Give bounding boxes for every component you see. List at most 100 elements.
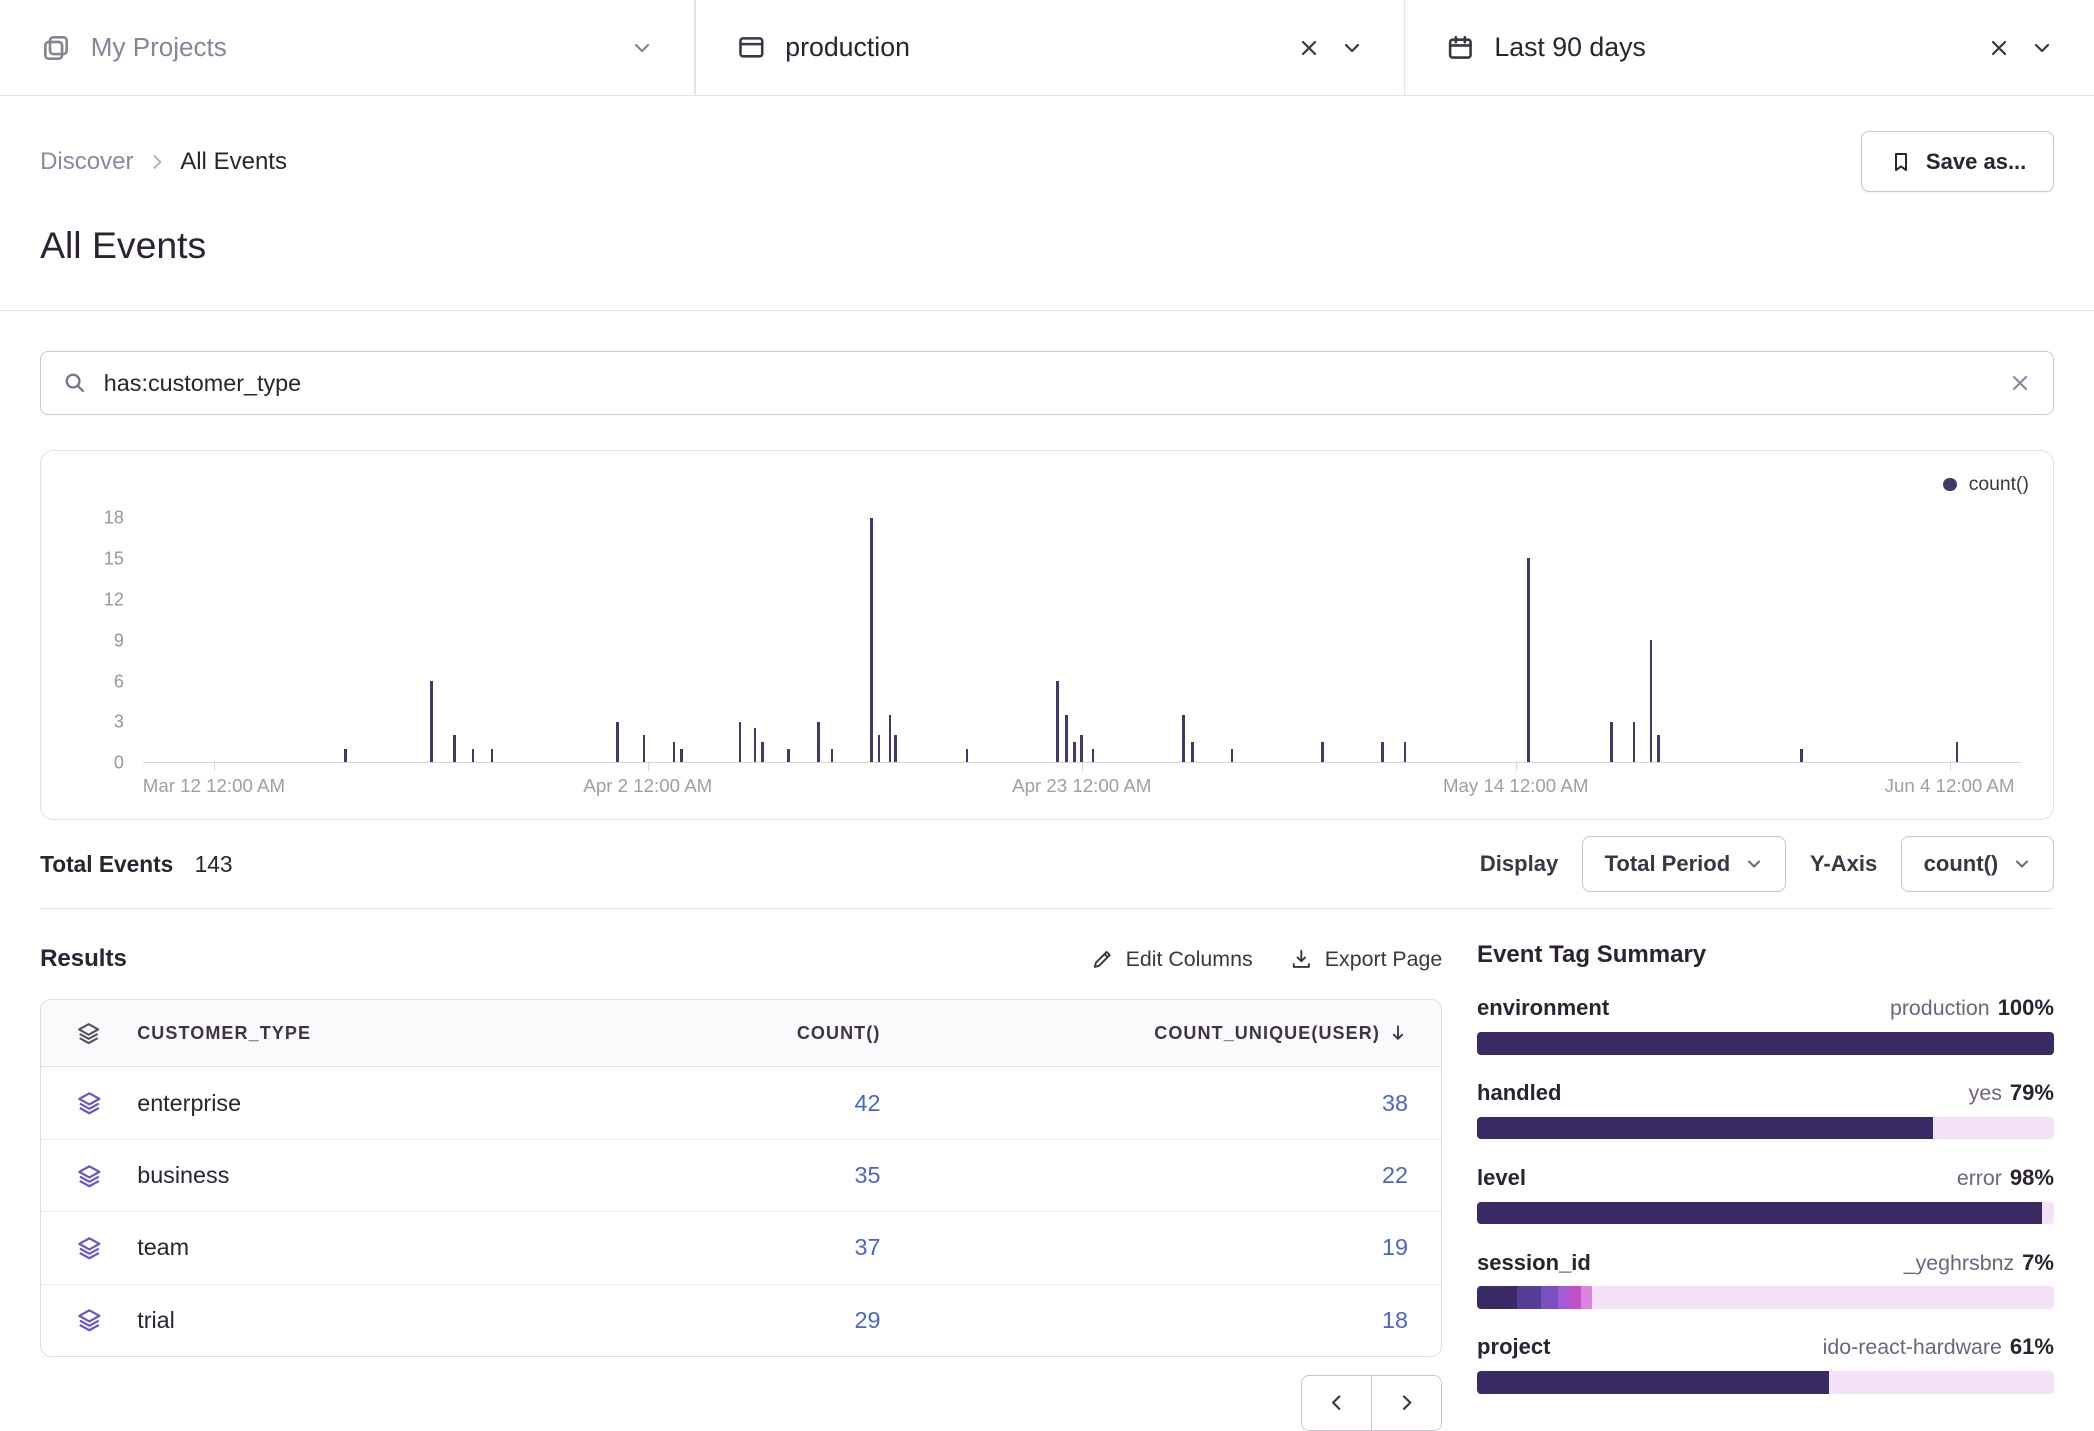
- customer-type-cell: enterprise: [137, 1090, 640, 1117]
- chart-bar: [680, 749, 683, 763]
- events-chart-panel: count() 0369121518 Mar 12 12:00 AMApr 2 …: [40, 450, 2054, 821]
- environment-filter[interactable]: production: [696, 0, 1404, 95]
- chevron-right-icon: [147, 152, 167, 172]
- chart-bar: [1657, 735, 1660, 762]
- tag-group-project: project ido-react-hardware61%: [1477, 1334, 2054, 1393]
- chart-bar: [966, 749, 969, 763]
- search-input[interactable]: [104, 370, 1992, 397]
- table-row: business 35 22: [41, 1139, 1441, 1211]
- tag-top-value: yes79%: [1969, 1080, 2054, 1106]
- display-select[interactable]: Total Period: [1582, 836, 1786, 892]
- tag-bar-segment[interactable]: [1829, 1371, 2054, 1394]
- calendar-icon: [1445, 32, 1476, 63]
- chart-bar: [673, 742, 676, 762]
- tag-top-value: ido-react-hardware61%: [1823, 1334, 2054, 1360]
- tag-group-environment: environment production100%: [1477, 995, 2054, 1054]
- x-axis-tick-label: Jun 4 12:00 AM: [1885, 775, 2015, 797]
- tag-bar-segment[interactable]: [1581, 1286, 1593, 1309]
- edit-columns-button[interactable]: Edit Columns: [1091, 947, 1253, 972]
- customer-type-cell: trial: [137, 1307, 640, 1334]
- x-axis-tick: [1516, 763, 1517, 771]
- tag-top-value: error98%: [1957, 1165, 2054, 1191]
- x-axis-tick-label: Mar 12 12:00 AM: [143, 775, 285, 797]
- tag-bar-segment[interactable]: [1558, 1286, 1570, 1309]
- tag-bar[interactable]: [1477, 1202, 2054, 1225]
- y-axis-tick-label: 6: [114, 671, 124, 692]
- display-label: Display: [1480, 851, 1558, 877]
- count-cell[interactable]: 35: [640, 1162, 880, 1189]
- tag-group-handled: handled yes79%: [1477, 1080, 2054, 1139]
- tag-bar-segment[interactable]: [1517, 1286, 1540, 1309]
- results-table: CUSTOMER_TYPE COUNT() COUNT_UNIQUE(USER)…: [40, 999, 1442, 1356]
- chart-bar: [761, 742, 764, 762]
- date-range-value: Last 90 days: [1494, 32, 1645, 63]
- layers-icon: [41, 1163, 137, 1190]
- tag-bar-segment[interactable]: [1477, 1032, 2054, 1055]
- project-selector[interactable]: My Projects: [0, 0, 694, 95]
- chart-legend: count(): [65, 467, 2029, 502]
- chart-bar: [1404, 742, 1407, 762]
- chart-bar: [430, 681, 433, 763]
- chart-bar: [1073, 742, 1076, 762]
- chart-bar: [739, 722, 742, 763]
- count-cell[interactable]: 37: [640, 1234, 880, 1261]
- chart-bar: [344, 749, 347, 763]
- environment-filter-value: production: [785, 32, 910, 63]
- chart-bar: [831, 749, 834, 763]
- total-events-value: 143: [195, 851, 233, 878]
- column-header-customer-type[interactable]: CUSTOMER_TYPE: [137, 1023, 640, 1044]
- save-as-button[interactable]: Save as...: [1861, 131, 2054, 192]
- tag-bar-segment[interactable]: [1477, 1286, 1517, 1309]
- date-range-filter[interactable]: Last 90 days: [1405, 0, 2094, 95]
- column-header-count[interactable]: COUNT(): [640, 1023, 880, 1044]
- table-row: trial 29 18: [41, 1284, 1441, 1356]
- results-section: Results Edit Columns Export Page: [40, 941, 1442, 1431]
- tag-bar-segment[interactable]: [2042, 1202, 2054, 1225]
- legend-label: count(): [1969, 473, 2029, 496]
- projects-icon: [40, 32, 72, 64]
- clear-date-icon[interactable]: [1987, 36, 2011, 60]
- tag-bar[interactable]: [1477, 1032, 2054, 1055]
- count-unique-cell[interactable]: 38: [880, 1090, 1408, 1117]
- tag-key: level: [1477, 1165, 1526, 1191]
- search-bar: [40, 351, 2054, 415]
- tag-bar-segment[interactable]: [1569, 1286, 1581, 1309]
- tag-bar-segment[interactable]: [1477, 1117, 1933, 1140]
- download-icon: [1290, 948, 1313, 971]
- next-page-button[interactable]: [1372, 1376, 1441, 1429]
- window-icon: [736, 32, 767, 63]
- count-unique-cell[interactable]: 22: [880, 1162, 1408, 1189]
- count-cell[interactable]: 29: [640, 1307, 880, 1334]
- chart-bar: [1092, 749, 1095, 763]
- chart-bar: [1056, 681, 1059, 763]
- count-cell[interactable]: 42: [640, 1090, 880, 1117]
- chevron-down-icon: [1340, 36, 1364, 60]
- column-header-count-unique[interactable]: COUNT_UNIQUE(USER): [880, 1023, 1408, 1044]
- yaxis-label: Y-Axis: [1810, 851, 1877, 877]
- clear-environment-icon[interactable]: [1297, 36, 1321, 60]
- tag-bar-segment[interactable]: [1477, 1371, 1829, 1394]
- breadcrumb-discover[interactable]: Discover: [40, 148, 133, 176]
- count-unique-cell[interactable]: 19: [880, 1234, 1408, 1261]
- tag-bar-segment[interactable]: [1477, 1202, 2042, 1225]
- tag-bar[interactable]: [1477, 1371, 2054, 1394]
- tag-bar-segment[interactable]: [1933, 1117, 2054, 1140]
- x-axis-tick-label: Apr 23 12:00 AM: [1012, 775, 1151, 797]
- export-page-button[interactable]: Export Page: [1290, 947, 1442, 972]
- chevron-down-icon: [2012, 854, 2032, 874]
- tag-bar-segment[interactable]: [1541, 1286, 1558, 1309]
- x-axis-tick-label: May 14 12:00 AM: [1443, 775, 1588, 797]
- previous-page-button[interactable]: [1302, 1376, 1371, 1429]
- tag-bar[interactable]: [1477, 1117, 2054, 1140]
- count-unique-cell[interactable]: 18: [880, 1307, 1408, 1334]
- chart-bar: [889, 715, 892, 763]
- clear-search-icon[interactable]: [2008, 371, 2032, 395]
- x-axis-tick-label: Apr 2 12:00 AM: [583, 775, 712, 797]
- yaxis-select[interactable]: count(): [1901, 836, 2054, 892]
- chart-plot-area: [143, 518, 2021, 764]
- bookmark-icon: [1889, 150, 1913, 174]
- results-table-header: CUSTOMER_TYPE COUNT() COUNT_UNIQUE(USER): [41, 1000, 1441, 1067]
- tag-bar-segment[interactable]: [1592, 1286, 2054, 1309]
- chart-bar: [787, 749, 790, 763]
- tag-bar[interactable]: [1477, 1286, 2054, 1309]
